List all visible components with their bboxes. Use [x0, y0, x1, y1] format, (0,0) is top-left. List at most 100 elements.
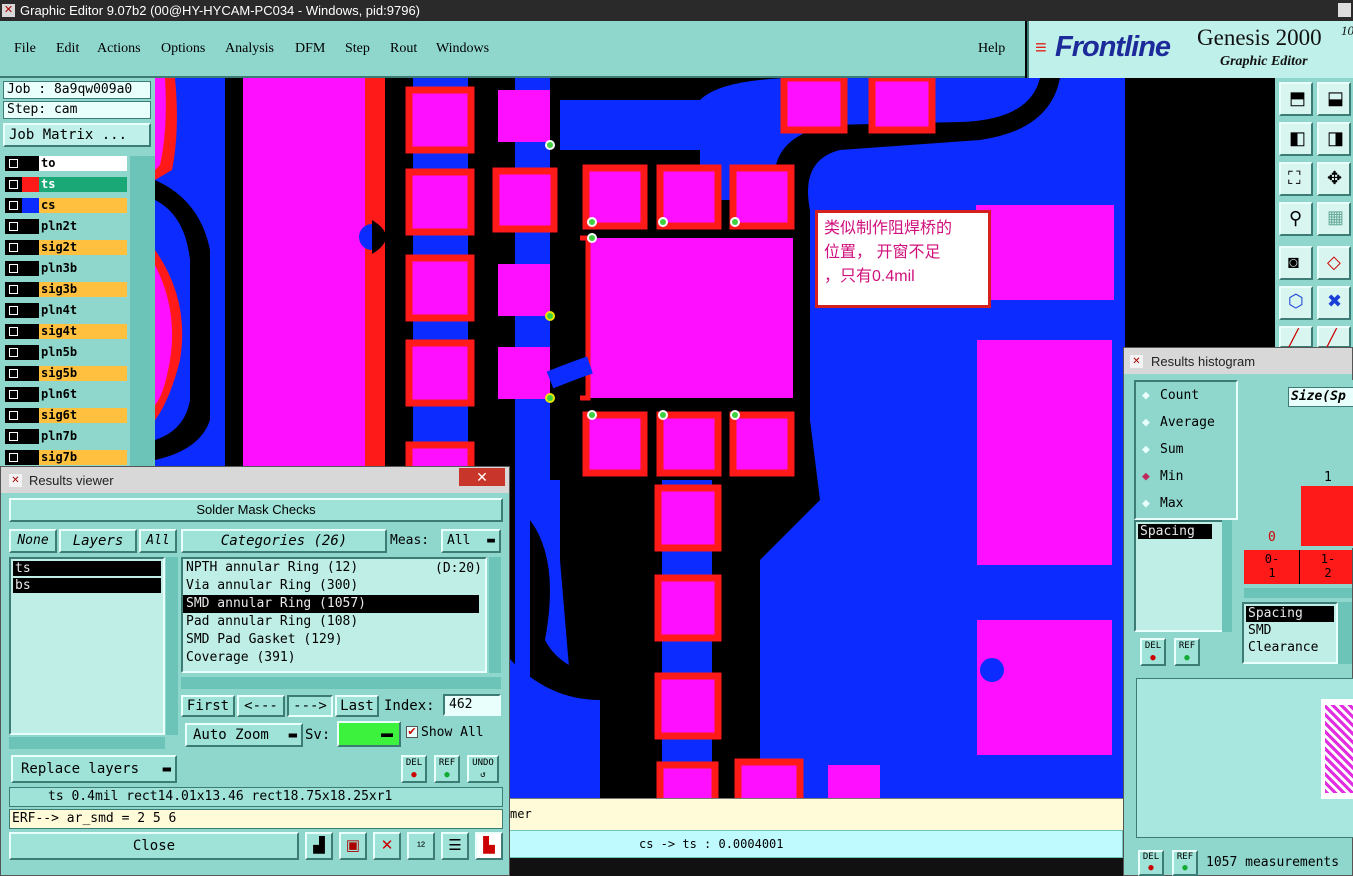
next-button[interactable]: ---> — [287, 695, 333, 717]
net-icon[interactable]: ⬡ — [1279, 286, 1313, 320]
grid-icon[interactable]: ▦ — [1317, 202, 1351, 236]
histogram-option-max[interactable]: ◆ Max — [1136, 490, 1236, 517]
layer-checkbox[interactable] — [5, 282, 22, 297]
radio-diamond-icon[interactable]: ◆ — [1142, 490, 1150, 517]
category-item[interactable]: SMD Pad Gasket (129) — [183, 631, 485, 649]
layer-checkbox[interactable] — [5, 324, 22, 339]
window-control[interactable] — [1338, 3, 1351, 17]
lower-list-smd[interactable]: SMD — [1244, 622, 1336, 639]
layer-checkbox[interactable] — [5, 261, 22, 276]
meas-select[interactable]: All ▬ — [441, 529, 501, 553]
replace-layers-select[interactable]: Replace layers ▬ — [11, 755, 177, 783]
first-button[interactable]: First — [181, 695, 235, 717]
menu-dfm[interactable]: DFM — [295, 41, 325, 57]
sv-color-select[interactable]: ▬ — [337, 721, 401, 747]
all-button[interactable]: All — [139, 529, 177, 553]
radio-diamond-icon[interactable]: ◆ — [1142, 436, 1150, 463]
histogram-bar[interactable] — [1301, 486, 1353, 546]
line2-icon[interactable]: ╱ — [1317, 326, 1351, 348]
layer-list-scrollbar[interactable] — [130, 156, 155, 478]
prev-button[interactable]: <--- — [237, 695, 285, 717]
menu-rout[interactable]: Rout — [390, 41, 417, 57]
histogram-del-button[interactable]: DEL ● — [1140, 638, 1166, 666]
layers-button[interactable]: Layers — [59, 529, 137, 553]
menu-analysis[interactable]: Analysis — [225, 41, 274, 57]
report-icon[interactable]: ☰ — [441, 832, 469, 860]
category-item[interactable]: SMD annular Ring (1057) — [183, 595, 479, 613]
close-icon[interactable]: ✕ — [459, 468, 505, 486]
pan-up-icon[interactable]: ⬒ — [1279, 82, 1313, 116]
layer-checkbox[interactable] — [5, 429, 22, 444]
radio-diamond-icon[interactable]: ◆ — [1142, 409, 1150, 436]
radio-diamond-icon[interactable]: ◆ — [1142, 463, 1150, 490]
layer-checkbox[interactable] — [5, 408, 22, 423]
layer-checkbox[interactable] — [5, 219, 22, 234]
menu-options[interactable]: Options — [161, 41, 205, 57]
none-button[interactable]: None — [9, 529, 57, 553]
menu-step[interactable]: Step — [345, 41, 370, 57]
histogram-hscroll[interactable] — [1244, 588, 1352, 598]
undo-button[interactable]: UNDO ↺ — [467, 755, 499, 783]
layer-checkbox[interactable] — [5, 387, 22, 402]
categories-button[interactable]: Categories (26) — [181, 529, 387, 553]
result-layer-bs[interactable]: bs — [13, 578, 161, 593]
category-item[interactable]: Pad annular Ring (108) — [183, 613, 485, 631]
histogram-option-min[interactable]: ◆ Min — [1136, 463, 1236, 490]
layer-result-list[interactable]: ts bs — [9, 557, 165, 735]
histogram-ref-button[interactable]: REF ● — [1174, 638, 1200, 666]
menu-windows[interactable]: Windows — [436, 41, 489, 57]
snap-icon[interactable]: ◙ — [1279, 246, 1313, 280]
job-matrix-button[interactable]: Job Matrix ... — [3, 123, 151, 147]
category-list-vscroll[interactable] — [489, 557, 501, 673]
lower-list-clearance[interactable]: Clearance — [1244, 639, 1336, 656]
histogram-list-spacing[interactable]: Spacing — [1138, 524, 1212, 539]
category-list[interactable]: NPTH annular Ring (12) Via annular Ring (… — [181, 557, 487, 673]
close-button[interactable]: Close — [9, 832, 299, 860]
preview-del-button[interactable]: DEL ● — [1138, 850, 1164, 876]
layer-checkbox[interactable] — [5, 303, 22, 318]
preview-ref-button[interactable]: REF ● — [1172, 850, 1198, 876]
histogram-option-count[interactable]: ◆ Count — [1136, 382, 1236, 409]
layer-list-vscroll[interactable] — [166, 557, 178, 735]
layer-checkbox[interactable] — [5, 177, 22, 192]
index-input[interactable]: 462 — [443, 694, 501, 716]
show-all-checkbox[interactable]: ✔ — [406, 726, 418, 738]
lower-list-spacing[interactable]: Spacing — [1246, 606, 1334, 622]
radio-diamond-icon[interactable]: ◆ — [1142, 382, 1150, 409]
draw-icon[interactable]: ◇ — [1317, 246, 1351, 280]
menu-help[interactable]: Help — [978, 41, 1005, 57]
category-item[interactable]: Via annular Ring (300) — [183, 577, 485, 595]
ref-button[interactable]: REF ● — [434, 755, 460, 783]
result-layer-ts[interactable]: ts — [13, 561, 161, 576]
histogram-option-average[interactable]: ◆ Average — [1136, 409, 1236, 436]
layer-checkbox[interactable] — [5, 198, 22, 213]
pan-down-icon[interactable]: ⬓ — [1317, 82, 1351, 116]
cross-icon[interactable]: ✖ — [1317, 286, 1351, 320]
category-item[interactable]: Coverage (391) — [183, 649, 485, 667]
menu-actions[interactable]: Actions — [97, 41, 141, 57]
pan-right-icon[interactable]: ◨ — [1317, 122, 1351, 156]
last-button[interactable]: Last — [335, 695, 379, 717]
histogram-lower-list[interactable]: Spacing SMD Clearance — [1242, 602, 1338, 664]
pan-left-icon[interactable]: ◧ — [1279, 122, 1313, 156]
zoom-in-icon[interactable]: ⛶ — [1279, 162, 1313, 196]
ref-clear-icon[interactable]: ✕ — [373, 832, 401, 860]
screen-icon[interactable]: ▣ — [339, 832, 367, 860]
del-button[interactable]: DEL ● — [401, 755, 427, 783]
layer-checkbox[interactable] — [5, 240, 22, 255]
number-icon[interactable]: ¹² — [407, 832, 435, 860]
layer-checkbox[interactable] — [5, 156, 22, 171]
histogram-option-sum[interactable]: ◆ Sum — [1136, 436, 1236, 463]
histogram-result-list[interactable]: Spacing — [1134, 520, 1230, 632]
measure-icon[interactable]: ⚲ — [1279, 202, 1313, 236]
layer-checkbox[interactable] — [5, 345, 22, 360]
histogram-list-vscroll[interactable] — [1222, 520, 1232, 632]
menu-file[interactable]: File — [14, 41, 36, 57]
category-list-hscroll[interactable] — [181, 677, 501, 689]
histogram-lower-vscroll[interactable] — [1338, 602, 1352, 664]
menu-edit[interactable]: Edit — [56, 41, 79, 57]
line-icon[interactable]: ╱ — [1279, 326, 1313, 348]
layer-checkbox[interactable] — [5, 450, 22, 465]
preview-thumbnail[interactable] — [1321, 699, 1353, 799]
zoom-out-icon[interactable]: ✥ — [1317, 162, 1351, 196]
